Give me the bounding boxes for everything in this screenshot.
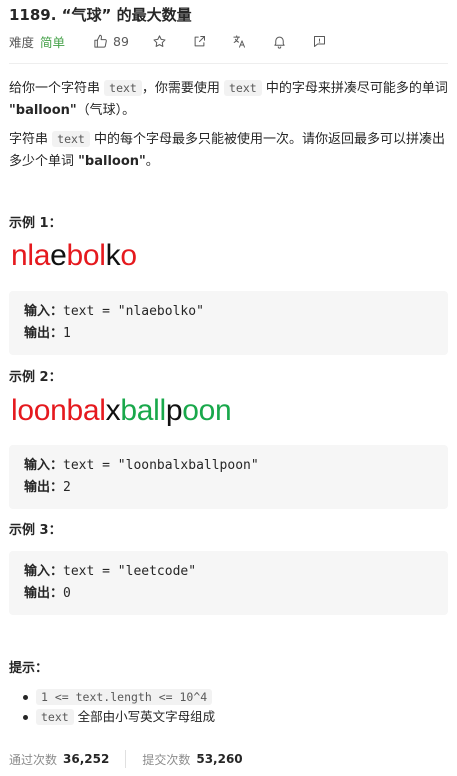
accepted-count: 36,252 — [63, 752, 110, 766]
inline-code: 1 <= text.length <= 10^4 — [36, 689, 213, 705]
inline-code: text — [223, 80, 262, 96]
translate-icon[interactable] — [231, 32, 249, 50]
problem-meta-bar: 难度 简单 89 — [9, 31, 449, 51]
share-icon[interactable] — [191, 32, 209, 50]
inline-code: text — [104, 80, 142, 96]
comment-icon[interactable] — [311, 32, 329, 50]
submission-stats: 通过次数 36,252 提交次数 53,260 — [9, 749, 243, 769]
example-3-code-box: 输入：text = "leetcode" 输出：0 — [9, 551, 448, 615]
description-paragraph-2: 字符串 text 中的每个字母最多只能被使用一次。请你返回最多可以拼凑出多少个单… — [9, 131, 445, 169]
difficulty-badge: 简单 — [40, 34, 66, 50]
inline-code: text — [52, 131, 90, 147]
example-1-title: 示例 1： — [9, 216, 62, 231]
accepted-label: 通过次数 — [9, 752, 58, 767]
list-item: 1 <= text.length <= 10^4 — [22, 687, 215, 707]
constraints-title: 提示： — [9, 661, 49, 676]
description-paragraph-1: 给你一个字符串 text ，你需要使用 text 中的字母来拼凑尽可能多的单词 "… — [9, 80, 448, 118]
example-3-title: 示例 3： — [9, 523, 62, 538]
submitted-label: 提交次数 — [142, 752, 191, 767]
difficulty-label: 难度 — [9, 34, 35, 50]
stats-divider — [125, 750, 127, 768]
example-2-image: loonbalxballpoon — [11, 394, 232, 427]
example-1-code-box: 输入：text = "nlaebolko" 输出：1 — [9, 291, 448, 355]
submitted-count: 53,260 — [196, 752, 243, 766]
example-1-image: nlaebolko — [11, 239, 137, 272]
problem-title: 1189. “气球” 的最大数量 — [9, 6, 192, 24]
inline-code: text — [36, 709, 74, 725]
example-2-code-box: 输入：text = "loonbalxballpoon" 输出：2 — [9, 445, 448, 509]
constraints-list: 1 <= text.length <= 10^4 text 全部由小写英文字母组… — [22, 687, 215, 727]
example-2-title: 示例 2： — [9, 370, 62, 385]
list-item: text 全部由小写英文字母组成 — [22, 707, 215, 727]
star-icon[interactable] — [151, 32, 169, 50]
header-divider — [9, 63, 448, 64]
bell-icon[interactable] — [271, 32, 289, 50]
thumbs-up-icon[interactable] — [91, 32, 109, 50]
like-count: 89 — [113, 33, 129, 49]
